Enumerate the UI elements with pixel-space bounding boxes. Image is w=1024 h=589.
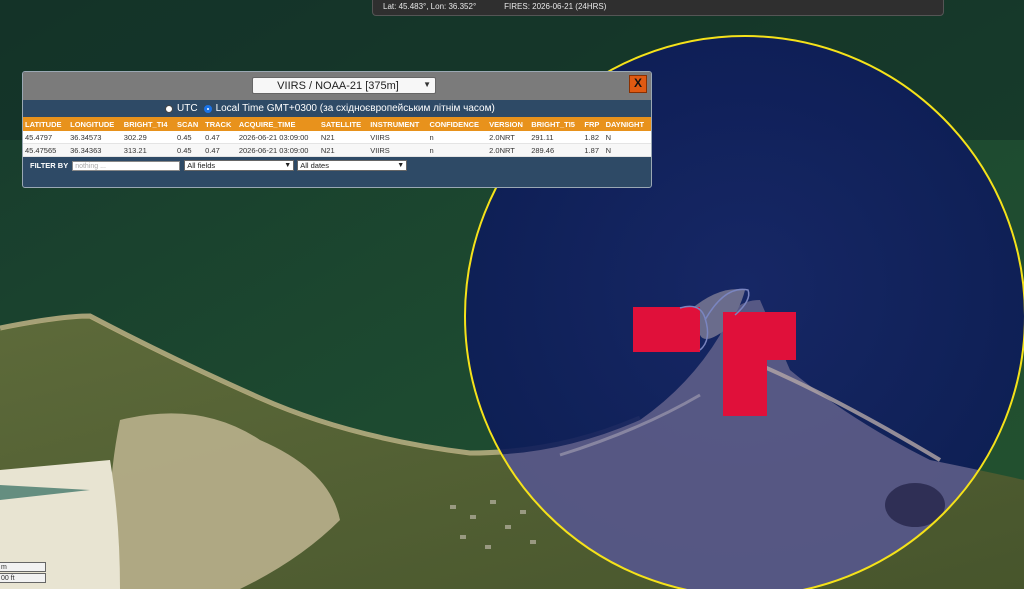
fires-date-label: FIRES: 2026-06-21 (24HRS) [504, 1, 607, 11]
table-cell: 0.47 [203, 131, 237, 144]
col-daynight[interactable]: DAYNIGHT [603, 117, 651, 131]
table-cell: N [603, 131, 651, 144]
timezone-selector: UTC Local Time GMT+0300 (за східноєвропе… [23, 100, 651, 117]
col-version[interactable]: VERSION [487, 117, 530, 131]
chevron-down-icon: ▼ [397, 162, 405, 169]
table-cell: N21 [318, 131, 369, 144]
filter-date-value: All dates [300, 161, 329, 170]
fire-data-table: LATITUDE LONGITUDE BRIGHT_TI4 SCAN TRACK… [23, 117, 651, 157]
table-cell: VIIRS [368, 131, 428, 144]
tz-local-label: Local Time GMT+0300 (за східноєвропейськ… [215, 103, 495, 114]
tz-utc-label: UTC [177, 103, 198, 114]
table-cell: VIIRS [368, 143, 428, 157]
filter-bar: FILTER BY nothing ... All fields ▼ All d… [23, 157, 651, 174]
col-track[interactable]: TRACK [203, 117, 237, 131]
tz-local-radio[interactable] [203, 104, 212, 113]
fire-marker[interactable] [723, 345, 767, 416]
table-cell: 0.45 [175, 143, 204, 157]
table-cell: 36.34573 [68, 131, 122, 144]
table-cell: N [603, 143, 651, 157]
tz-utc-radio[interactable] [165, 104, 173, 113]
chevron-down-icon: ▼ [423, 80, 431, 89]
table-cell: 45.4797 [23, 131, 69, 144]
col-confidence[interactable]: CONFIDENCE [427, 117, 488, 131]
table-cell: 313.21 [121, 143, 175, 157]
filter-input[interactable]: nothing ... [72, 160, 181, 171]
popup-header: VIIRS / NOAA-21 [375m] ▼ X [23, 72, 651, 100]
col-scan[interactable]: SCAN [175, 117, 204, 131]
filter-label: FILTER BY [30, 161, 69, 170]
table-cell: 2026-06-21 03:09:00 [236, 131, 319, 144]
table-cell: N21 [318, 143, 369, 157]
filter-field-select[interactable]: All fields ▼ [184, 160, 295, 171]
status-bar: Lat: 45.483°, Lon: 36.352° FIRES: 2026-0… [372, 0, 944, 16]
table-row[interactable]: 45.47565 36.34363 313.21 0.45 0.47 2026-… [23, 143, 651, 157]
table-cell: 302.29 [121, 131, 175, 144]
table-cell: 0.47 [203, 143, 237, 157]
cursor-coordinates: Lat: 45.483°, Lon: 36.352° [383, 1, 477, 11]
table-cell: 1.87 [582, 143, 604, 157]
col-latitude[interactable]: LATITUDE [23, 117, 69, 131]
table-cell: 289.46 [529, 143, 583, 157]
table-header-row: LATITUDE LONGITUDE BRIGHT_TI4 SCAN TRACK… [23, 117, 651, 131]
col-satellite[interactable]: SATELLITE [318, 117, 369, 131]
satellite-select[interactable]: VIIRS / NOAA-21 [375m] ▼ [252, 77, 436, 94]
filter-date-select[interactable]: All dates ▼ [297, 160, 408, 171]
table-cell: 2.0NRT [487, 143, 530, 157]
table-cell: 0.45 [175, 131, 204, 144]
col-bright-ti4[interactable]: BRIGHT_TI4 [121, 117, 175, 131]
col-instrument[interactable]: INSTRUMENT [368, 117, 428, 131]
chevron-down-icon: ▼ [284, 162, 292, 169]
scale-bar-metric: m [0, 562, 46, 572]
close-button[interactable]: X [629, 75, 647, 93]
col-frp[interactable]: FRP [582, 117, 604, 131]
col-longitude[interactable]: LONGITUDE [68, 117, 122, 131]
table-cell: 1.82 [582, 131, 604, 144]
table-cell: n [427, 143, 488, 157]
close-icon: X [633, 76, 642, 90]
scale-bar-imperial: 00 ft [0, 573, 46, 583]
satellite-select-value: VIIRS / NOAA-21 [375m] [277, 79, 399, 92]
filter-field-value: All fields [187, 161, 216, 170]
col-acquire-time[interactable]: ACQUIRE_TIME [236, 117, 319, 131]
table-cell: 291.11 [529, 131, 583, 144]
table-cell: 2.0NRT [487, 131, 530, 144]
table-cell: 36.34363 [68, 143, 122, 157]
table-row[interactable]: 45.4797 36.34573 302.29 0.45 0.47 2026-0… [23, 131, 651, 144]
table-cell: 45.47565 [23, 143, 69, 157]
table-cell: n [427, 131, 488, 144]
table-cell: 2026-06-21 03:09:00 [236, 143, 319, 157]
fire-marker[interactable] [633, 307, 700, 352]
col-bright-ti5[interactable]: BRIGHT_TI5 [529, 117, 583, 131]
fire-info-popup: VIIRS / NOAA-21 [375m] ▼ X UTC Local Tim… [22, 71, 652, 188]
